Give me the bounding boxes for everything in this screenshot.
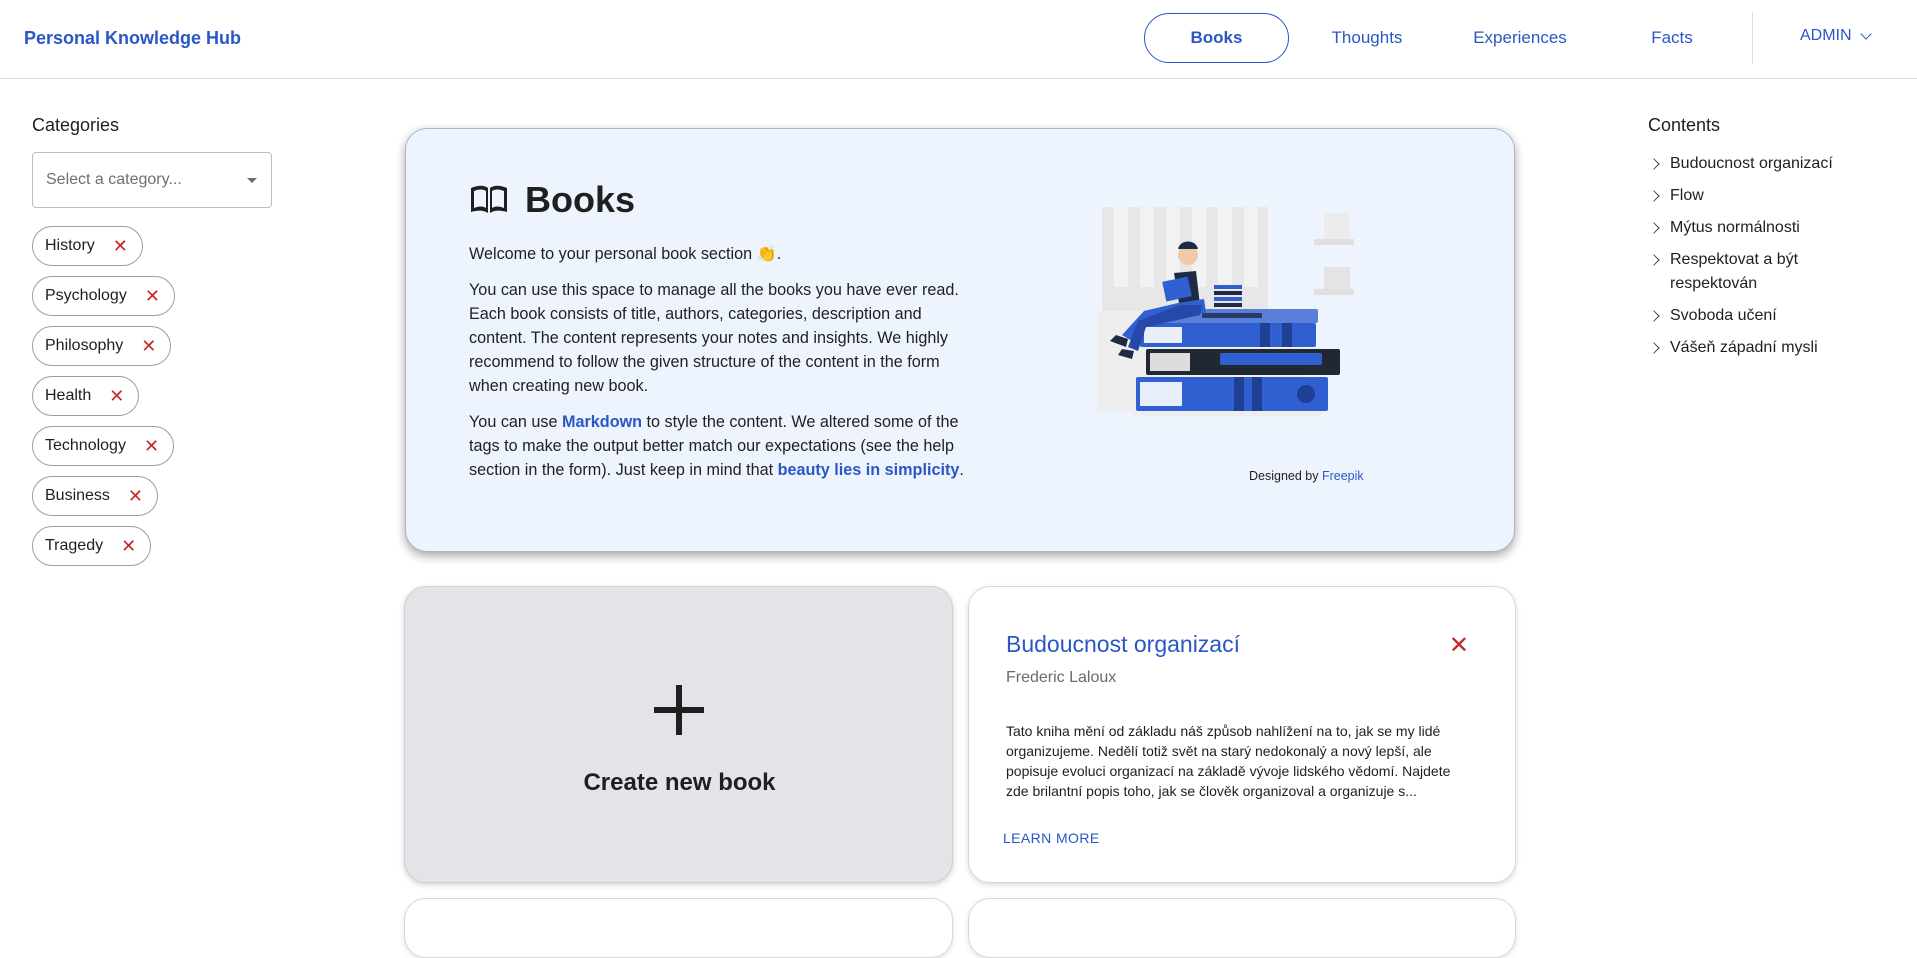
chevron-down-icon [1859, 27, 1872, 40]
book-description: Tato kniha mění od základu náš způsob na… [1006, 723, 1451, 799]
categories-title: Categories [32, 115, 120, 135]
intro-text-segment: You can use [469, 413, 563, 431]
chip-label: History [45, 237, 95, 254]
category-chip[interactable]: Technology ✕ [32, 426, 175, 466]
book-card-partial[interactable] [968, 898, 1516, 958]
close-icon[interactable]: ✕ [128, 487, 143, 505]
open-book-icon [471, 185, 507, 213]
intro-paragraph-2: You can use this space to manage all the… [469, 281, 959, 395]
intro-text-segment: . [959, 461, 964, 479]
category-chip[interactable]: Tragedy ✕ [32, 526, 152, 566]
markdown-link[interactable]: Markdown [562, 413, 642, 431]
category-select[interactable]: Select a category... [32, 152, 272, 208]
nav-thoughts[interactable]: Thoughts [1312, 13, 1422, 63]
contents-title: Contents [1648, 115, 1721, 135]
create-book-label: Create new book [583, 769, 776, 796]
intro-paragraph-1: Welcome to your personal book section 👏. [469, 245, 782, 263]
chevron-right-icon [1648, 190, 1660, 202]
chip-label: Psychology [45, 287, 127, 304]
close-icon[interactable]: ✕ [145, 287, 160, 305]
freepik-link[interactable]: Freepik [1322, 469, 1364, 483]
contents-list: Budoucnost organizací Flow Mýtus normáln… [1648, 152, 1888, 360]
category-chip[interactable]: Business ✕ [32, 476, 159, 516]
category-chip[interactable]: Health ✕ [32, 376, 140, 416]
chevron-right-icon [1648, 342, 1660, 354]
intro-text: Welcome to your personal book section 👏.… [469, 242, 966, 494]
page-title: Books [469, 179, 635, 221]
book-card-partial[interactable] [404, 898, 953, 958]
contents-panel: Contents Budoucnost organizací Flow Mýtu… [1648, 115, 1888, 368]
user-name: ADMIN [1800, 27, 1852, 44]
page-title-text: Books [525, 179, 636, 220]
toc-item-label: Mýtus normálnosti [1670, 219, 1800, 236]
nav-divider [1752, 12, 1753, 64]
top-bar: Personal Knowledge Hub Books Thoughts Ex… [0, 0, 1917, 79]
categories-panel: Categories Select a category... History ✕… [32, 115, 272, 566]
close-icon[interactable]: ✕ [121, 537, 136, 555]
chip-label: Business [45, 487, 110, 504]
toc-item[interactable]: Svoboda učení [1648, 304, 1888, 328]
brand-link[interactable]: Personal Knowledge Hub [24, 28, 241, 49]
toc-item-label: Respektovat a být respektován [1670, 251, 1799, 292]
category-chip[interactable]: History ✕ [32, 226, 143, 266]
illustration-credit: Designed by Freepik [1249, 469, 1364, 483]
chevron-right-icon [1648, 222, 1660, 234]
nav-books[interactable]: Books [1144, 13, 1289, 63]
reading-illustration [1097, 207, 1354, 417]
nav-facts[interactable]: Facts [1612, 13, 1732, 63]
close-icon[interactable]: ✕ [144, 437, 159, 455]
toc-item-label: Svoboda učení [1670, 307, 1777, 324]
plus-icon-bar [654, 707, 704, 713]
book-title[interactable]: Budoucnost organizací [1006, 631, 1240, 658]
book-card: Budoucnost organizací ✕ Frederic Laloux … [968, 586, 1516, 883]
learn-more-button[interactable]: LEARN MORE [1003, 830, 1100, 846]
category-chip[interactable]: Psychology ✕ [32, 276, 175, 316]
dropdown-arrow-icon [247, 178, 257, 183]
chip-label: Philosophy [45, 337, 124, 354]
category-chip[interactable]: Philosophy ✕ [32, 326, 172, 366]
close-icon[interactable]: ✕ [109, 387, 124, 405]
chevron-right-icon [1648, 158, 1660, 170]
books-intro-card: Books Welcome to your personal book sect… [405, 128, 1515, 552]
book-author: Frederic Laloux [1006, 669, 1117, 686]
intro-paragraph-3: You can use Markdown to style the conten… [469, 410, 966, 482]
toc-item[interactable]: Budoucnost organizací [1648, 152, 1888, 176]
toc-item[interactable]: Flow [1648, 184, 1888, 208]
credit-prefix: Designed by [1249, 469, 1322, 483]
beauty-link[interactable]: beauty lies in simplicity [778, 461, 960, 479]
chip-label: Tragedy [45, 537, 104, 554]
chip-label: Technology [45, 437, 126, 454]
nav-experiences[interactable]: Experiences [1460, 13, 1580, 63]
toc-item[interactable]: Vášeň západní mysli [1648, 336, 1888, 360]
chip-label: Health [45, 387, 92, 404]
toc-item[interactable]: Mýtus normálnosti [1648, 216, 1888, 240]
toc-item-label: Flow [1670, 187, 1704, 204]
close-icon[interactable]: ✕ [113, 237, 128, 255]
create-book-card[interactable]: Create new book [404, 586, 953, 883]
close-icon[interactable]: ✕ [141, 337, 156, 355]
user-menu[interactable]: ADMIN [1800, 27, 1872, 45]
delete-book-icon[interactable]: ✕ [1449, 631, 1469, 660]
category-chips: History ✕ Psychology ✕ Philosophy ✕ Health ✕… [32, 226, 272, 566]
chevron-right-icon [1648, 310, 1660, 322]
chevron-right-icon [1648, 254, 1660, 266]
toc-item-label: Vášeň západní mysli [1670, 339, 1818, 356]
toc-item[interactable]: Respektovat a být respektován [1648, 248, 1888, 296]
category-select-placeholder: Select a category... [46, 171, 182, 188]
toc-item-label: Budoucnost organizací [1670, 155, 1833, 172]
